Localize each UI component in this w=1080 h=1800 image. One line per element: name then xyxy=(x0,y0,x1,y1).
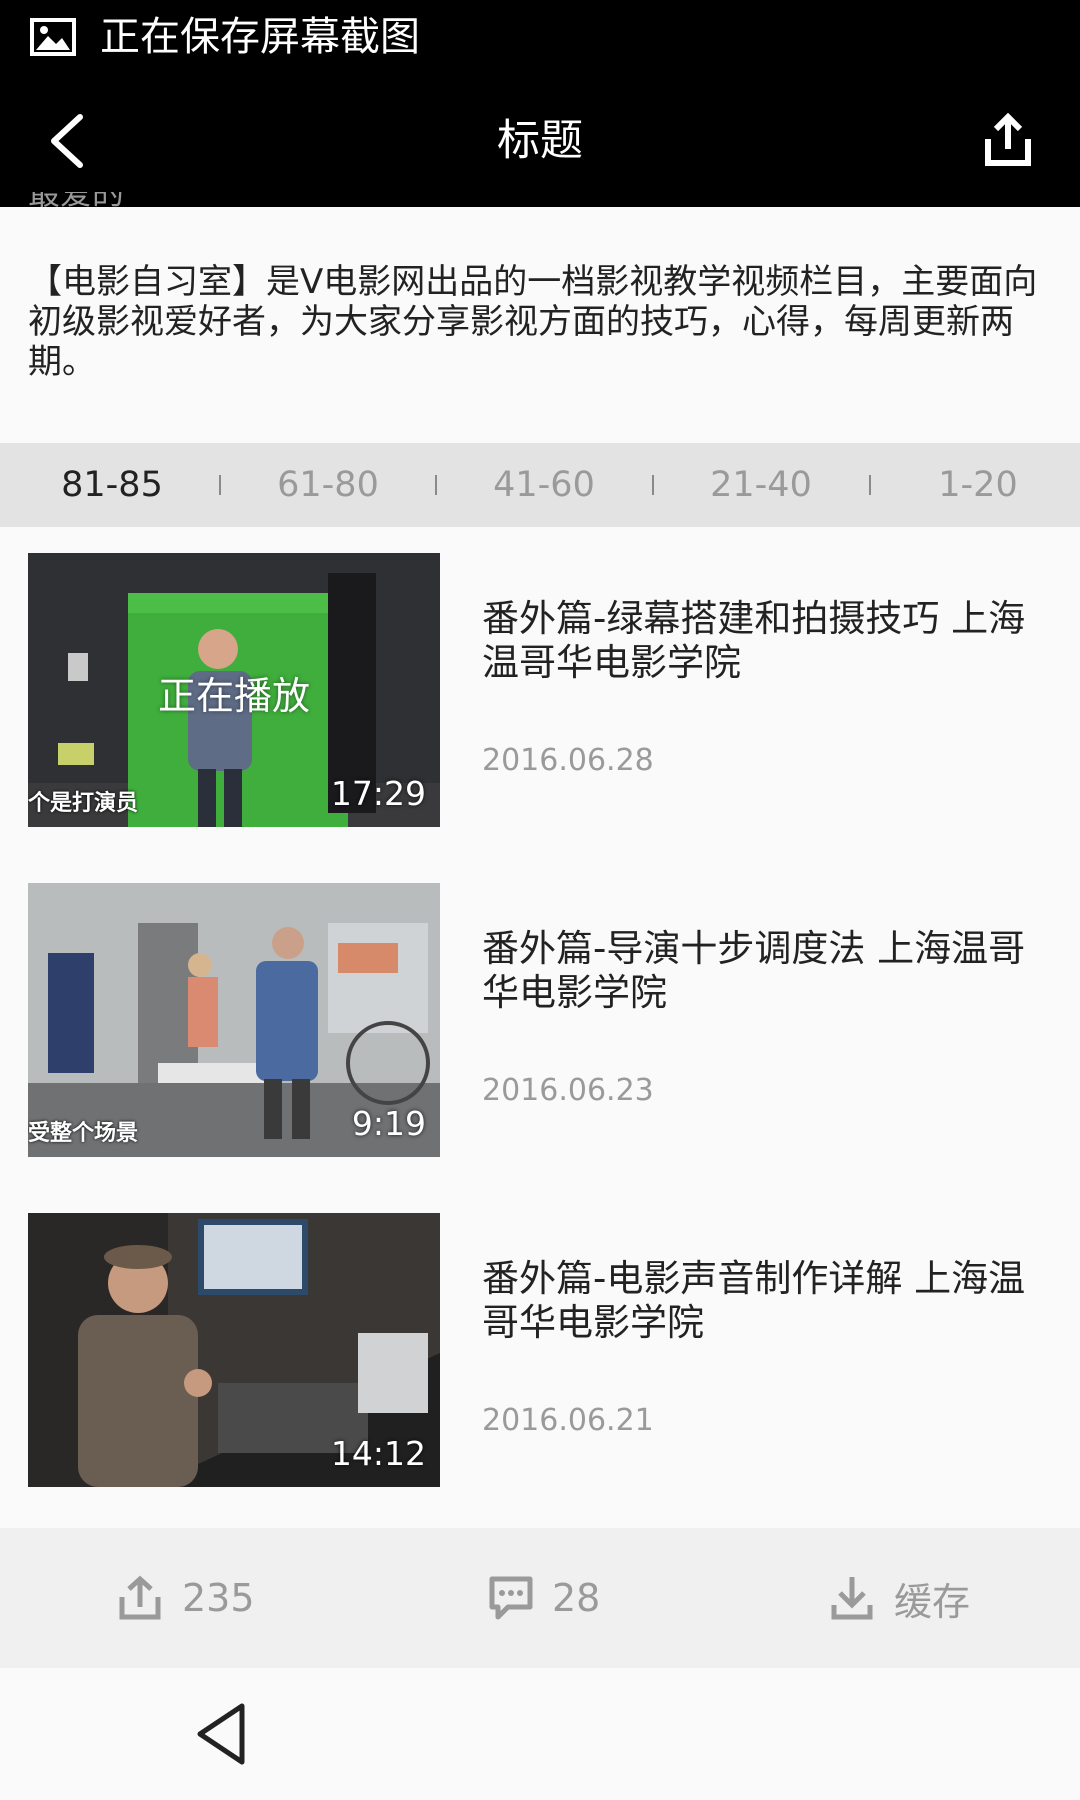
share-icon xyxy=(119,1575,161,1620)
tab-1-20[interactable]: 1-20 xyxy=(888,443,1068,527)
thumbnail-caption: 个是打演员 xyxy=(28,790,139,816)
video-duration: 17:29 xyxy=(330,774,426,813)
video-item[interactable]: 正在播放 个是打演员 17:29 番外篇-绿幕搭建和拍摄技巧 上海温哥华电影学院… xyxy=(0,553,1080,883)
status-bar: 正在保存屏幕截图 xyxy=(0,0,1080,75)
download-icon xyxy=(831,1577,873,1620)
description: 【电影自习室】是V电影网出品的一档影视教学视频栏目，主要面向初级影视爱好者，为大… xyxy=(28,262,1038,382)
comment-count: 28 xyxy=(552,1576,601,1620)
tab-41-60[interactable]: 41-60 xyxy=(454,443,634,527)
tab-divider xyxy=(652,475,654,495)
tab-21-40[interactable]: 21-40 xyxy=(671,443,851,527)
share-count: 235 xyxy=(182,1576,255,1620)
video-item[interactable]: 受整个场景 9:19 番外篇-导演十步调度法 上海温哥华电影学院 2016.06… xyxy=(0,883,1080,1213)
tab-divider xyxy=(435,475,437,495)
video-date: 2016.06.23 xyxy=(482,1073,654,1108)
share-action[interactable]: 235 xyxy=(116,1528,255,1668)
video-date: 2016.06.21 xyxy=(482,1403,654,1438)
tab-divider xyxy=(219,475,221,495)
video-duration: 14:12 xyxy=(330,1434,426,1473)
video-title[interactable]: 番外篇-电影声音制作详解 上海温哥华电影学院 xyxy=(482,1257,1062,1345)
status-text: 正在保存屏幕截图 xyxy=(100,14,420,60)
back-triangle-icon[interactable] xyxy=(192,1700,252,1768)
video-title[interactable]: 番外篇-绿幕搭建和拍摄技巧 上海温哥华电影学院 xyxy=(482,597,1062,685)
video-thumbnail[interactable]: 受整个场景 9:19 xyxy=(28,883,440,1157)
now-playing-label: 正在播放 xyxy=(157,674,310,718)
nav-bar: 标题 xyxy=(0,75,1080,207)
video-title[interactable]: 番外篇-导演十步调度法 上海温哥华电影学院 xyxy=(482,927,1062,1015)
video-duration: 9:19 xyxy=(351,1104,426,1143)
tab-divider xyxy=(869,475,871,495)
video-thumbnail[interactable]: 正在播放 个是打演员 17:29 xyxy=(28,553,440,827)
system-nav-bar xyxy=(0,1668,1080,1800)
tab-81-85[interactable]: 81-85 xyxy=(22,443,202,527)
action-bar: 235 28 缓存 xyxy=(0,1528,1080,1668)
episode-tabs: 81-85 61-80 41-60 21-40 1-20 xyxy=(0,443,1080,527)
video-item[interactable]: 14:12 番外篇-电影声音制作详解 上海温哥华电影学院 2016.06.21 xyxy=(0,1213,1080,1543)
clipped-text: 最爱的 xyxy=(28,192,428,210)
image-icon xyxy=(30,18,76,56)
comment-icon xyxy=(489,1576,533,1620)
tab-61-80[interactable]: 61-80 xyxy=(238,443,418,527)
comment-action[interactable]: 28 xyxy=(488,1528,600,1668)
page-title: 标题 xyxy=(497,116,583,166)
download-label: 缓存 xyxy=(894,1579,971,1624)
thumbnail-caption: 受整个场景 xyxy=(28,1120,139,1146)
download-action[interactable]: 缓存 xyxy=(828,1528,970,1668)
video-thumbnail[interactable]: 14:12 xyxy=(28,1213,440,1487)
share-icon[interactable] xyxy=(976,109,1040,173)
video-date: 2016.06.28 xyxy=(482,743,654,778)
